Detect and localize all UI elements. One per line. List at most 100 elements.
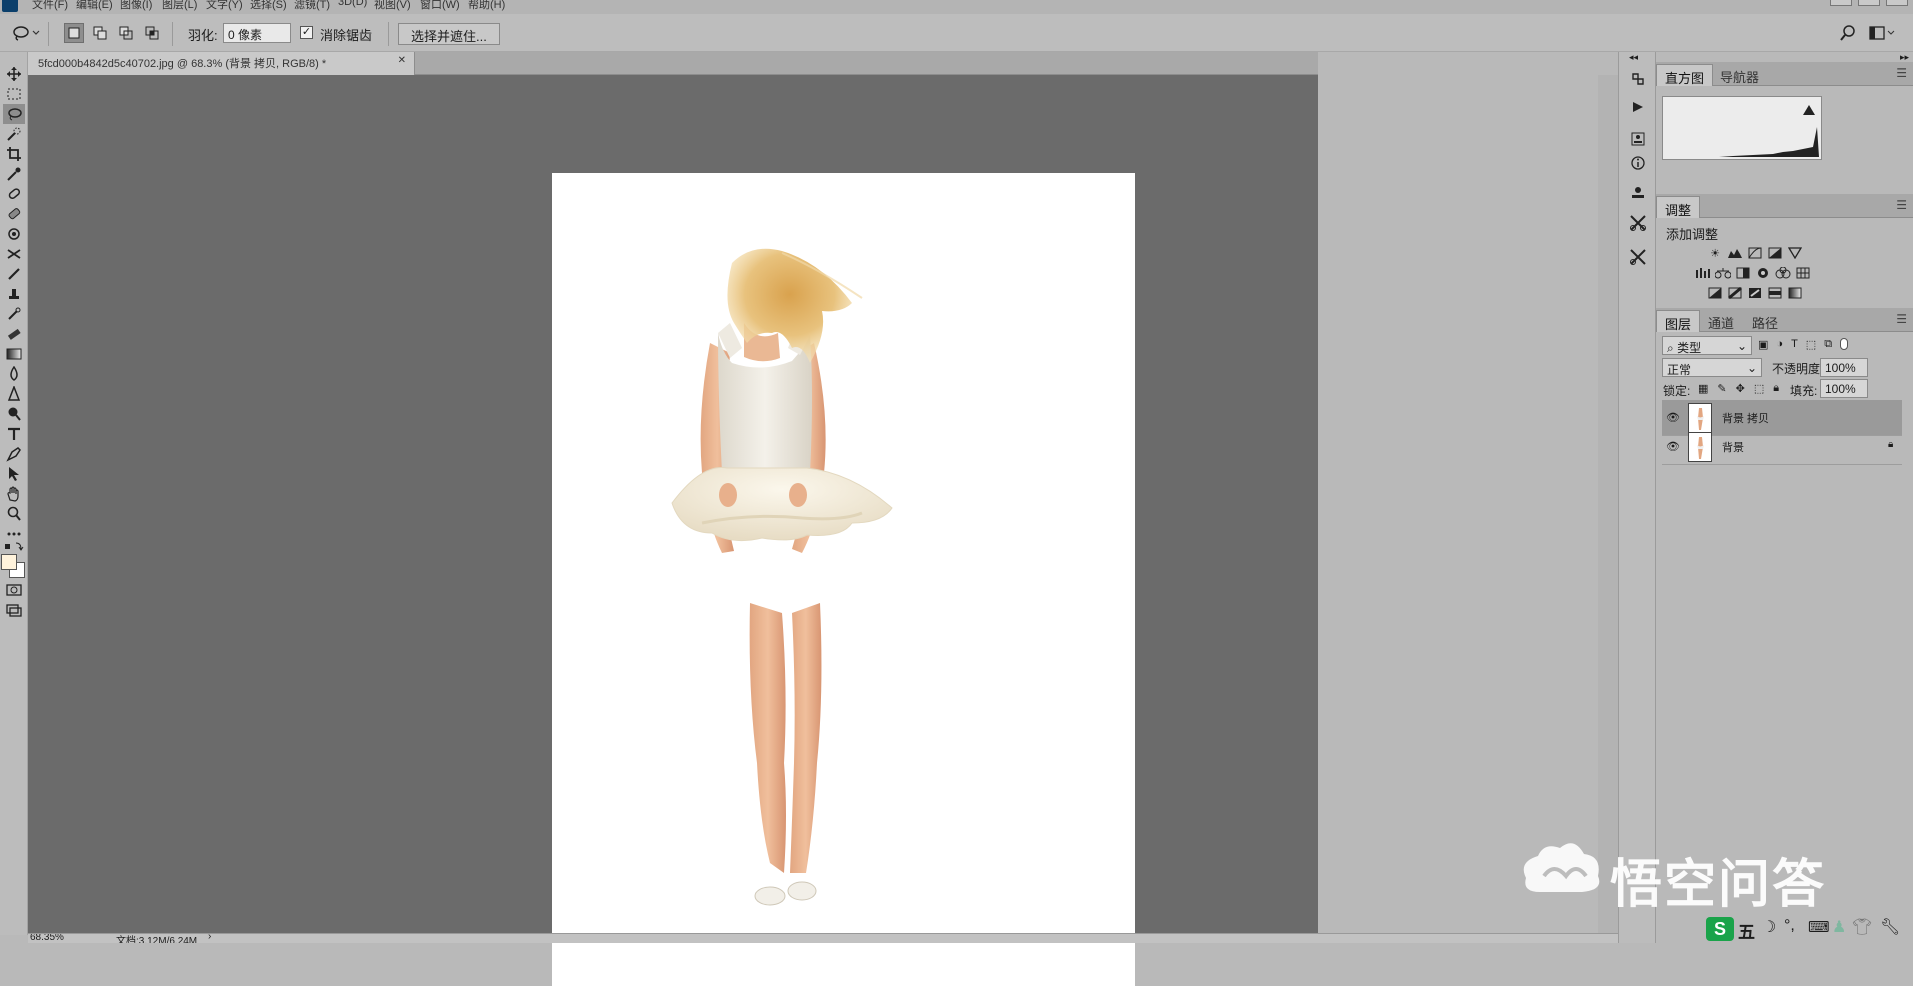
close-tab-icon[interactable]: ✕ — [398, 55, 406, 66]
opacity-input[interactable]: 100% — [1820, 358, 1868, 377]
healing-brush-tool-icon[interactable] — [3, 184, 25, 204]
marquee-tool-icon[interactable] — [3, 84, 25, 104]
tab-navigator[interactable]: 导航器 — [1712, 64, 1767, 86]
tab-histogram[interactable]: 直方图 — [1656, 64, 1714, 86]
swap-colors-icon[interactable] — [3, 540, 25, 554]
shape-layer-filter-icon[interactable]: ⬚ — [1806, 338, 1816, 351]
vertical-scrollbar[interactable] — [1598, 75, 1618, 933]
threshold-icon[interactable] — [1746, 286, 1764, 300]
menu-help[interactable]: 帮助(H) — [468, 0, 505, 12]
moon-icon[interactable]: ☽ — [1762, 917, 1776, 937]
brush-tool-icon[interactable] — [3, 204, 25, 224]
antialias-checkbox[interactable]: ✓ — [300, 26, 313, 39]
wrench-icon[interactable]: 🔧︎ — [1880, 917, 1900, 937]
menu-layer[interactable]: 图层(L) — [162, 0, 197, 12]
maximize-button[interactable] — [1858, 0, 1880, 6]
color-lookup-icon[interactable] — [1794, 266, 1812, 280]
feather-input[interactable]: 0 像素 — [223, 23, 291, 43]
blur-tool-icon[interactable] — [3, 364, 25, 384]
eraser-tool-icon[interactable] — [3, 324, 25, 344]
invert-icon[interactable] — [1706, 286, 1724, 300]
curves-icon[interactable] — [1746, 246, 1764, 260]
collapse-arrows-icon[interactable]: ◂◂ — [1629, 52, 1638, 63]
sharpen-tool-icon[interactable] — [3, 384, 25, 404]
blend-mode-select[interactable]: 正常 ⌄ — [1662, 358, 1762, 377]
user-icon[interactable]: ♟ — [1832, 917, 1846, 937]
lock-image-icon[interactable]: ✎ — [1717, 382, 1726, 395]
menu-type[interactable]: 文字(Y) — [206, 0, 243, 12]
lasso-tool-icon[interactable] — [3, 104, 25, 124]
sogou-ime-icon[interactable]: S — [1706, 917, 1734, 941]
lock-transparent-icon[interactable]: ▦ — [1698, 382, 1708, 395]
filter-toggle-icon[interactable] — [1840, 338, 1849, 350]
foreground-color-swatch[interactable] — [1, 554, 17, 570]
hand-tool-icon[interactable] — [3, 484, 25, 504]
layer-row-background[interactable]: 👁︎ 背景 🔒︎ — [1662, 429, 1902, 465]
quick-selection-tool-icon[interactable] — [3, 124, 25, 144]
menu-3d[interactable]: 3D(D) — [338, 0, 367, 8]
add-selection-button[interactable] — [90, 23, 110, 43]
history-panel-icon[interactable] — [1627, 68, 1649, 90]
brightness-contrast-icon[interactable]: ☀ — [1706, 246, 1724, 260]
menu-select[interactable]: 选择(S) — [250, 0, 287, 12]
vibrance-icon[interactable] — [1786, 246, 1804, 260]
pixel-layer-filter-icon[interactable]: ▣ — [1758, 338, 1768, 351]
status-menu-arrow-icon[interactable]: › — [208, 934, 211, 942]
menu-filter[interactable]: 滤镜(T) — [294, 0, 330, 12]
dodge-tool-icon[interactable] — [3, 404, 25, 424]
tool-presets-icon[interactable] — [1627, 212, 1649, 234]
workspace-switcher[interactable] — [1868, 23, 1896, 43]
document-canvas[interactable] — [552, 173, 1135, 986]
fill-input[interactable]: 100% — [1820, 379, 1868, 398]
layer-name[interactable]: 背景 — [1722, 439, 1744, 455]
skin-icon[interactable]: 👕︎ — [1852, 917, 1872, 937]
menu-edit[interactable]: 编辑(E) — [76, 0, 113, 12]
document-tab[interactable]: 5fcd000b4842d5c40702.jpg @ 68.3% (背景 拷贝,… — [28, 52, 415, 75]
keyboard-icon[interactable]: ⌨ — [1808, 918, 1830, 936]
stamp-tool-icon[interactable] — [3, 284, 25, 304]
quick-mask-icon[interactable] — [3, 580, 25, 600]
minimize-button[interactable] — [1830, 0, 1852, 6]
lock-position-icon[interactable]: ✥ — [1736, 382, 1745, 395]
history-brush-tool-icon[interactable] — [3, 244, 25, 264]
gradient-map-icon[interactable] — [1786, 286, 1804, 300]
intersect-selection-button[interactable] — [142, 23, 162, 43]
smart-object-filter-icon[interactable]: ⧉ — [1824, 338, 1832, 351]
photo-filter-icon[interactable] — [1754, 266, 1772, 280]
black-white-icon[interactable] — [1734, 266, 1752, 280]
tab-channels[interactable]: 通道 — [1700, 310, 1742, 332]
color-balance-icon[interactable] — [1714, 266, 1732, 280]
pen-tool-icon[interactable] — [3, 444, 25, 464]
menu-image[interactable]: 图像(I) — [120, 0, 152, 12]
lock-artboard-icon[interactable]: ⬚ — [1754, 382, 1764, 395]
screen-mode-icon[interactable] — [3, 600, 25, 620]
levels-icon[interactable] — [1726, 246, 1744, 260]
zoom-tool-icon[interactable] — [3, 504, 25, 524]
gradient-tool-icon[interactable] — [3, 344, 25, 364]
art-history-brush-tool-icon[interactable] — [3, 304, 25, 324]
lock-all-icon[interactable]: 🔒︎ — [1773, 382, 1779, 395]
panel-menu-icon[interactable]: ☰ — [1896, 198, 1907, 212]
menu-file[interactable]: 文件(F) — [32, 0, 68, 12]
path-selection-tool-icon[interactable] — [3, 464, 25, 484]
eye-icon[interactable]: 👁︎ — [1666, 440, 1680, 453]
channel-mixer-icon[interactable] — [1774, 266, 1792, 280]
layer-name[interactable]: 背景 拷贝 — [1722, 410, 1769, 426]
close-button[interactable] — [1886, 0, 1908, 6]
clone-stamp-tool-icon[interactable] — [3, 224, 25, 244]
layer-filter-select[interactable]: ⌕ 类型 ⌄ — [1662, 336, 1752, 355]
type-tool-icon[interactable] — [3, 424, 25, 444]
lasso-preset-picker[interactable] — [10, 23, 42, 43]
properties-panel-icon[interactable] — [1627, 128, 1649, 150]
menu-view[interactable]: 视图(V) — [374, 0, 411, 12]
clone-source-panel-icon[interactable] — [1627, 182, 1649, 204]
hue-saturation-icon[interactable] — [1694, 266, 1712, 280]
selective-color-icon[interactable] — [1766, 286, 1784, 300]
subtract-selection-button[interactable] — [116, 23, 136, 43]
new-selection-button[interactable] — [64, 23, 84, 43]
menu-window[interactable]: 窗口(W) — [420, 0, 460, 12]
paint-brush-tool-icon[interactable] — [3, 264, 25, 284]
info-panel-icon[interactable] — [1627, 152, 1649, 174]
crop-tool-icon[interactable] — [3, 144, 25, 164]
canvas-area[interactable] — [28, 75, 1318, 986]
